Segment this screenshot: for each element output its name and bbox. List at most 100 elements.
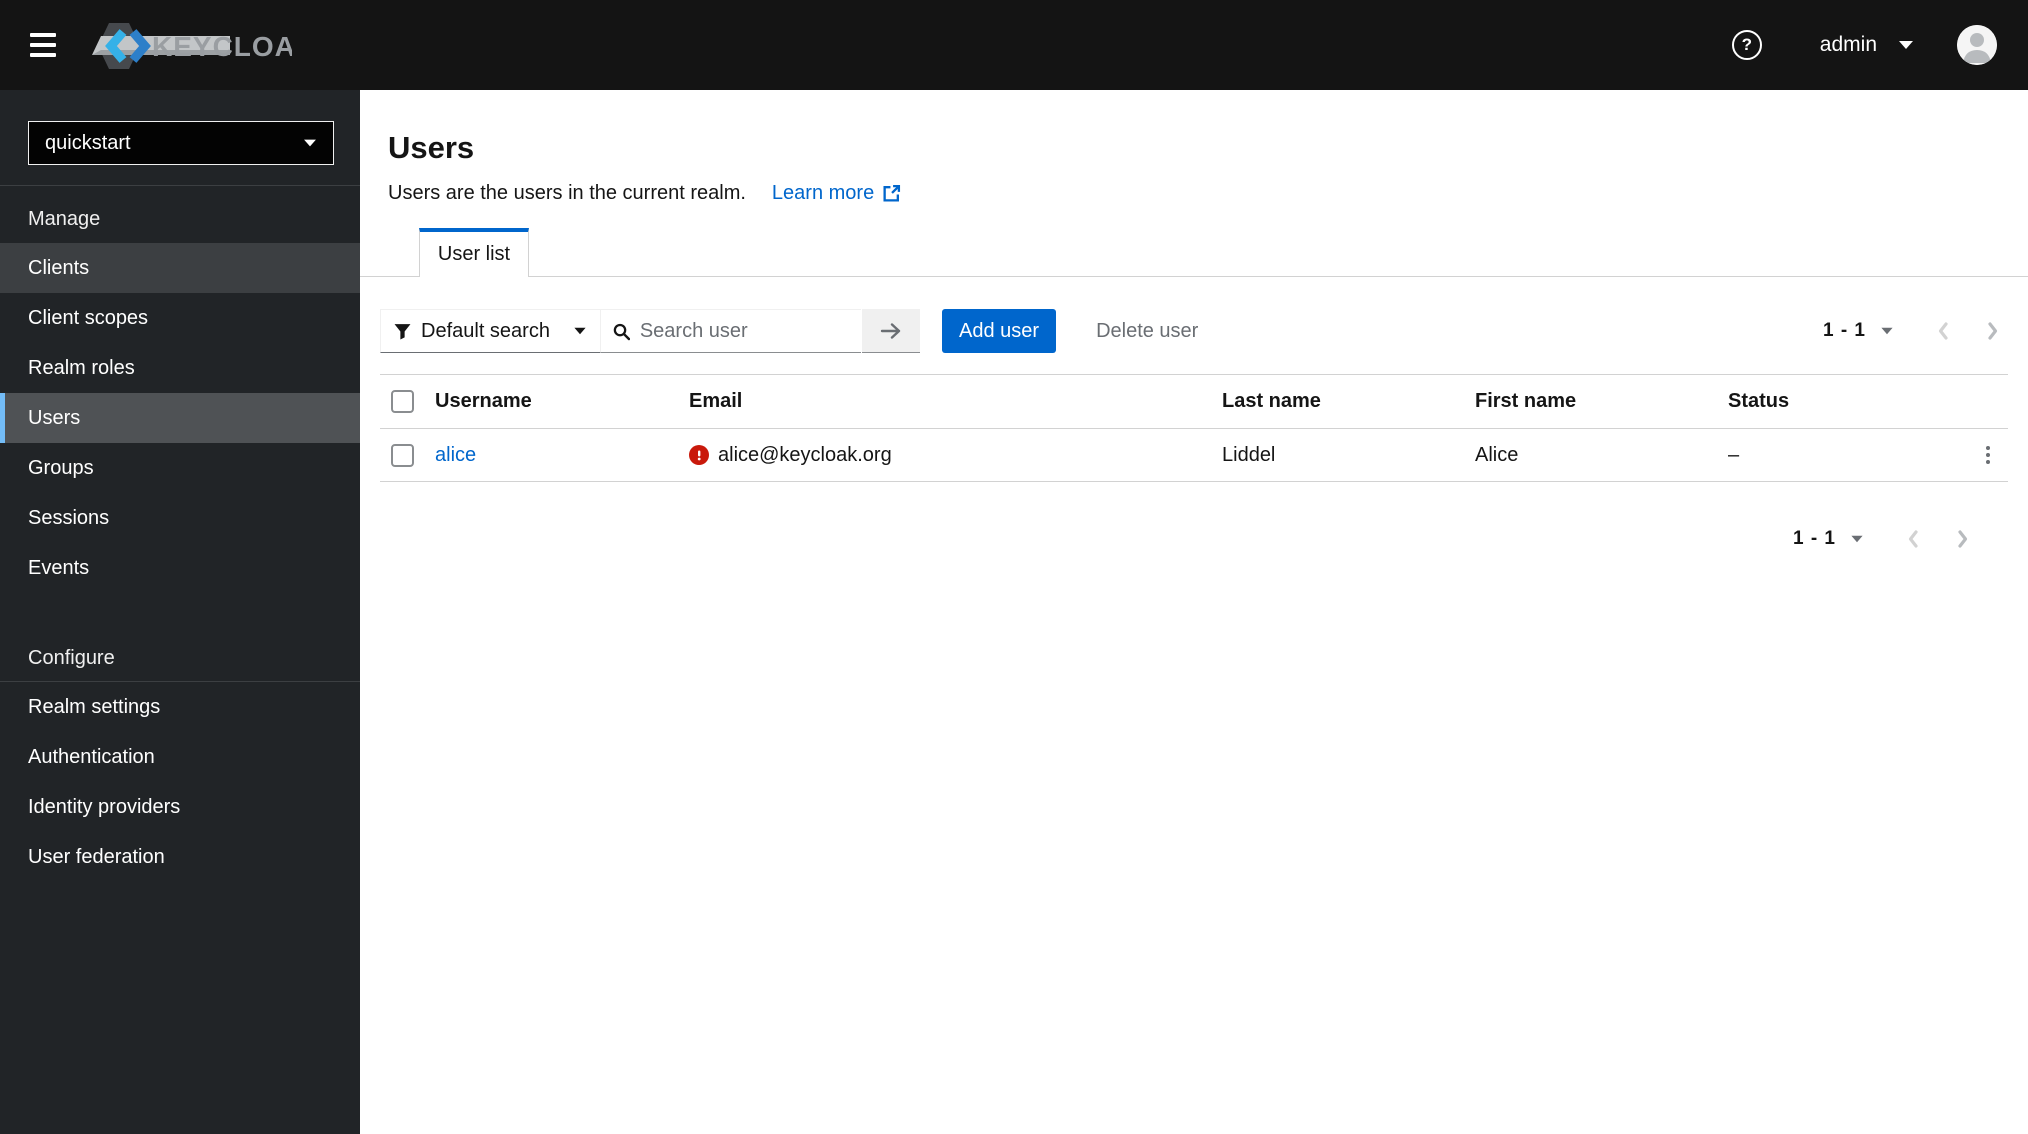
kebab-dot — [1986, 460, 1990, 464]
sidebar-item-identity-providers[interactable]: Identity providers — [0, 782, 360, 832]
brand-wordmark: KEYCLOAK — [152, 31, 292, 62]
chevron-down-icon — [1881, 327, 1893, 335]
keycloak-logo-graphic: KEYCLOAK — [92, 23, 292, 69]
sidebar-item-client-scopes[interactable]: Client scopes — [0, 293, 360, 343]
pagination-menu-toggle[interactable] — [1880, 327, 1894, 335]
tab-user-list[interactable]: User list — [419, 228, 529, 277]
keycloak-logo[interactable]: KEYCLOAK — [92, 19, 292, 71]
column-header-last-name: Last name — [1222, 390, 1321, 412]
tabstrip: User list — [360, 228, 2028, 277]
tabstrip-divider — [360, 276, 2028, 277]
sidebar-divider — [0, 185, 360, 186]
pagination-bottom: 1 - 1 — [360, 528, 2028, 550]
page-header: Users Users are the users in the current… — [360, 90, 2028, 206]
users-table: Username Email Last name First name Stat… — [380, 374, 2008, 482]
sidebar-item-realm-roles[interactable]: Realm roles — [0, 343, 360, 393]
nav-section-configure: Configure — [28, 647, 115, 669]
sidebar-item-groups[interactable]: Groups — [0, 443, 360, 493]
chevron-right-icon — [1958, 530, 1968, 548]
sidebar-item-label: Client scopes — [28, 306, 149, 329]
chevron-left-icon — [1938, 322, 1948, 340]
page-subtitle-row: Users are the users in the current realm… — [388, 180, 2028, 206]
sidebar-item-label: Groups — [28, 456, 94, 479]
row-checkbox-cell — [380, 443, 435, 467]
chevron-down-icon — [304, 139, 316, 147]
learn-more-label: Learn more — [771, 182, 875, 204]
kebab-dot — [1986, 453, 1990, 457]
help-icon[interactable]: ? — [1731, 30, 1762, 60]
chevron-down-icon — [574, 327, 586, 335]
search-icon — [613, 323, 630, 340]
username-cell: alice — [435, 444, 689, 467]
nav-toggle-button[interactable] — [30, 33, 56, 57]
sidebar: quickstart Manage Clients Client scopes … — [0, 90, 360, 1134]
status-cell: – — [1728, 443, 1740, 466]
avatar[interactable] — [1957, 25, 1997, 65]
chevron-left-icon — [1908, 530, 1918, 548]
sidebar-item-users[interactable]: Users — [0, 393, 360, 443]
kebab-menu-button[interactable] — [1980, 440, 1996, 470]
help-glyph: ? — [1741, 35, 1752, 54]
pagination-range: 1 - 1 — [1822, 320, 1866, 341]
previous-page-button[interactable] — [1906, 528, 1920, 550]
external-link-icon — [883, 184, 901, 202]
first-name-cell: Alice — [1475, 443, 1519, 466]
sidebar-item-label: Realm roles — [28, 356, 135, 379]
kebab-dot — [1986, 446, 1990, 450]
sidebar-item-label: Events — [28, 556, 90, 579]
delete-user-button[interactable]: Delete user — [1096, 320, 1198, 343]
pagination-range: 1 - 1 — [1792, 528, 1836, 549]
keycloak-admin-console: KEYCLOAK ? admin quickstart — [0, 0, 2028, 1134]
toolbar: Default search Add user Delete user 1 - … — [360, 309, 2028, 353]
sidebar-item-label: Users — [28, 406, 81, 429]
column-header-status: Status — [1728, 390, 1790, 412]
chevron-down-icon — [1851, 535, 1863, 543]
realm-selector[interactable]: quickstart — [28, 121, 334, 165]
nav-list-manage: Clients Client scopes Realm roles Users … — [0, 243, 360, 593]
sidebar-item-label: Identity providers — [28, 795, 181, 818]
page-title: Users — [388, 130, 475, 165]
add-user-button[interactable]: Add user — [942, 309, 1057, 353]
sidebar-item-user-federation[interactable]: User federation — [0, 832, 360, 882]
learn-more-link[interactable]: Learn more — [772, 180, 901, 206]
email-warning-icon — [689, 445, 709, 465]
chevron-right-icon — [1988, 322, 1998, 340]
pagination-menu-toggle[interactable] — [1850, 535, 1864, 543]
burger-bar — [30, 53, 56, 57]
sidebar-item-authentication[interactable]: Authentication — [0, 732, 360, 782]
next-page-button[interactable] — [1956, 528, 1970, 550]
next-page-button[interactable] — [1986, 320, 2000, 342]
arrow-right-icon — [880, 322, 901, 339]
search-type-dropdown[interactable]: Default search — [380, 309, 601, 353]
user-dropdown[interactable]: admin — [1820, 33, 1913, 57]
sidebar-item-sessions[interactable]: Sessions — [0, 493, 360, 543]
search-submit-button[interactable] — [862, 309, 920, 353]
previous-page-button[interactable] — [1936, 320, 1950, 342]
sidebar-item-realm-settings[interactable]: Realm settings — [0, 682, 360, 732]
sidebar-item-label: Sessions — [28, 506, 110, 529]
burger-bar — [30, 43, 56, 47]
sidebar-item-clients[interactable]: Clients — [0, 243, 360, 293]
page-subtitle: Users are the users in the current realm… — [388, 182, 746, 204]
search-input[interactable] — [639, 319, 849, 343]
search-type-label: Default search — [421, 319, 550, 342]
sidebar-item-events[interactable]: Events — [0, 543, 360, 593]
sidebar-item-label: User federation — [28, 845, 165, 868]
email-value: alice@keycloak.org — [718, 443, 892, 466]
username-link[interactable]: alice — [435, 444, 476, 466]
row-checkbox[interactable] — [391, 443, 414, 467]
email-cell: alice@keycloak.org — [689, 444, 1222, 467]
nav-list-configure: Realm settings Authentication Identity p… — [0, 682, 360, 882]
sidebar-item-label: Realm settings — [28, 695, 161, 718]
header-checkbox-cell — [380, 390, 435, 413]
pagination-top: 1 - 1 — [1823, 320, 2000, 342]
row-actions-cell — [1968, 440, 2008, 470]
column-header-email: Email — [689, 390, 743, 412]
select-all-checkbox[interactable] — [391, 390, 414, 413]
column-header-username: Username — [435, 390, 532, 412]
filter-icon — [394, 323, 411, 339]
realm-selector-value: quickstart — [45, 131, 131, 154]
masthead-actions: ? admin — [1731, 25, 2028, 65]
chevron-down-icon — [1899, 41, 1913, 49]
main-content: Users Users are the users in the current… — [360, 90, 2028, 1134]
